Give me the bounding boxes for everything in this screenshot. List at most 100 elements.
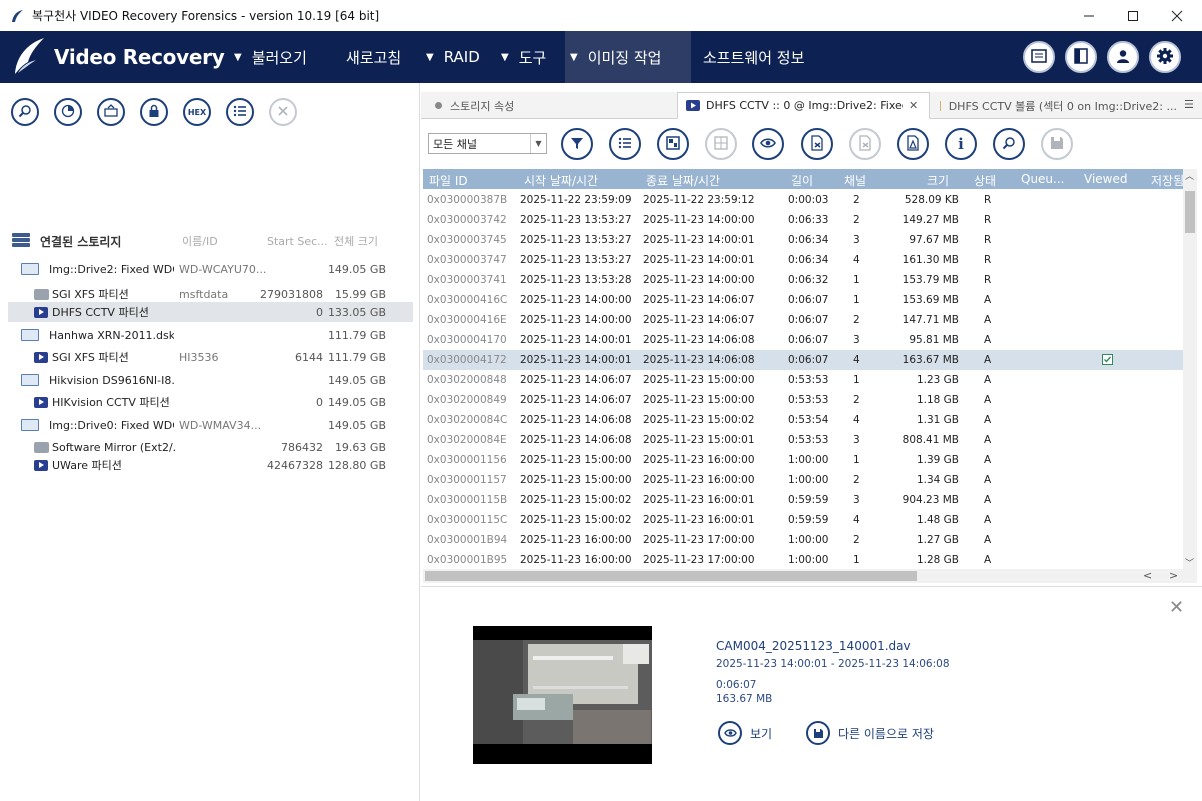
- scroll-thumb[interactable]: [425, 571, 917, 581]
- table-row[interactable]: 0x030000416C 2025-11-23 14:00:00 2025-11-2…: [423, 290, 1183, 310]
- tree-node[interactable]: Img::Drive2: Fixed WDC... WD-WCAYU70... 14…: [8, 259, 413, 279]
- tree-node[interactable]: Hikvision DS9616NI-I8... 149.05 GB: [8, 370, 413, 390]
- table-row[interactable]: 0x0300001156 2025-11-23 15:00:00 2025-11-2…: [423, 450, 1183, 470]
- table-horizontal-scrollbar[interactable]: < >: [423, 569, 1197, 583]
- close-preview-icon[interactable]: ✕: [1169, 597, 1184, 618]
- tree-node-size: 128.80 GB: [327, 458, 386, 472]
- column-size[interactable]: 크기: [927, 172, 949, 189]
- table-row[interactable]: 0x0302000848 2025-11-23 14:06:07 2025-11-2…: [423, 370, 1183, 390]
- scroll-left-icon[interactable]: <: [1143, 569, 1152, 582]
- panel-icon: [1074, 47, 1088, 67]
- lock-button[interactable]: [140, 98, 168, 126]
- scroll-thumb[interactable]: [1185, 191, 1195, 233]
- cell-start-time: 2025-11-23 14:00:01: [520, 354, 632, 366]
- account-button[interactable]: [1107, 41, 1139, 73]
- column-file-id[interactable]: 파일 ID: [429, 172, 468, 189]
- menu-tools[interactable]: ▼ 도구: [496, 31, 562, 83]
- tree-node[interactable]: UWare 파티션 42467328 128.80 GB: [8, 455, 413, 475]
- table-row[interactable]: 0x030000115B 2025-11-23 15:00:02 2025-11-2…: [423, 490, 1183, 510]
- channel-select[interactable]: 모든 채널 ▼: [428, 133, 547, 154]
- cell-length: 0:06:07: [788, 334, 829, 346]
- menu-refresh[interactable]: 새로고침: [340, 31, 420, 83]
- info-button[interactable]: i: [945, 128, 977, 160]
- grid-mode-button[interactable]: [705, 128, 737, 160]
- table-row[interactable]: 0x0300004172 2025-11-23 14:00:01 2025-11-2…: [423, 350, 1183, 370]
- column-channel[interactable]: 채널: [844, 172, 866, 189]
- tree-node[interactable]: Software Mirror (Ext2/... 786432 19.63 GB: [8, 437, 413, 457]
- cell-size: 1.34 GB: [916, 474, 959, 486]
- column-start-time[interactable]: 시작 날짜/시간: [524, 172, 598, 189]
- column-name-id[interactable]: 이름/ID: [182, 231, 218, 251]
- tab-dhfs-files[interactable]: DHFS CCTV :: 0 @ Img::Drive2: Fixed... ✕: [677, 92, 930, 119]
- table-row[interactable]: 0x030000416E 2025-11-23 14:00:00 2025-11-2…: [423, 310, 1183, 330]
- maximize-button[interactable]: [1111, 0, 1155, 31]
- table-row[interactable]: 0x0300003741 2025-11-23 13:53:28 2025-11-2…: [423, 270, 1183, 290]
- panel-toggle-button[interactable]: [1065, 41, 1097, 73]
- tree-node[interactable]: HIKvision CCTV 파티션 0 149.05 GB: [8, 392, 413, 412]
- table-vertical-scrollbar[interactable]: ︿ ﹀: [1183, 169, 1197, 569]
- close-window-button[interactable]: [1155, 0, 1199, 31]
- close-tab-icon[interactable]: ✕: [909, 99, 918, 112]
- save-button[interactable]: [1041, 128, 1073, 160]
- settings-button[interactable]: [1149, 41, 1181, 73]
- table-row[interactable]: 0x0300003747 2025-11-23 13:53:27 2025-11-2…: [423, 250, 1183, 270]
- cell-status: R: [984, 194, 992, 206]
- search-storage-button[interactable]: [11, 98, 39, 126]
- report-button[interactable]: [897, 128, 929, 160]
- scroll-right-icon[interactable]: >: [1169, 569, 1178, 582]
- menu-imaging[interactable]: ▼ 이미징 작업: [565, 31, 691, 83]
- column-viewed[interactable]: Viewed: [1084, 172, 1127, 186]
- column-queue[interactable]: Queu...: [1021, 172, 1064, 186]
- list-view-button[interactable]: [226, 98, 254, 126]
- table-row[interactable]: 0x0302000849 2025-11-23 14:06:07 2025-11-2…: [423, 390, 1183, 410]
- table-row[interactable]: 0x0300003742 2025-11-23 13:53:27 2025-11-2…: [423, 210, 1183, 230]
- tab-dhfs-volume[interactable]: DHFS CCTV 볼륨 (섹터 0 on Img::Drive2: ...: [932, 92, 1177, 119]
- column-total-size[interactable]: 전체 크기: [334, 231, 378, 251]
- export-disabled-button[interactable]: [849, 128, 881, 160]
- tab-storage-properties[interactable]: 스토리지 속성: [429, 92, 674, 119]
- open-image-button[interactable]: [97, 98, 125, 126]
- log-button[interactable]: [1023, 41, 1055, 73]
- menu-raid[interactable]: ▼ RAID: [421, 31, 493, 83]
- hex-viewer-button[interactable]: HEX: [183, 98, 211, 126]
- scroll-up-icon[interactable]: ︿: [1185, 169, 1194, 182]
- cell-file-id: 0x0302000849: [427, 394, 507, 406]
- video-thumbnail[interactable]: [473, 626, 652, 764]
- table-row[interactable]: 0x0300004170 2025-11-23 14:00:01 2025-11-2…: [423, 330, 1183, 350]
- table-row[interactable]: 0x0300003745 2025-11-23 13:53:27 2025-11-2…: [423, 230, 1183, 250]
- view-button[interactable]: 보기: [718, 721, 772, 745]
- column-saved[interactable]: 저장됨: [1151, 172, 1184, 189]
- export-file-button[interactable]: [801, 128, 833, 160]
- menu-about[interactable]: 소프트웨어 정보: [699, 31, 839, 83]
- filter-button[interactable]: [561, 128, 593, 160]
- scroll-down-icon[interactable]: ﹀: [1185, 556, 1194, 569]
- tab-overflow-icon[interactable]: ☰: [1184, 98, 1194, 111]
- tree-node[interactable]: Img::Drive0: Fixed WDC... WD-WMAV34... 149…: [8, 415, 413, 435]
- minimize-button[interactable]: [1067, 0, 1111, 31]
- scan-button[interactable]: [54, 98, 82, 126]
- tree-node[interactable]: SGI XFS 파티션 HI3536 6144 111.79 GB: [8, 347, 413, 367]
- table-row[interactable]: 0x030200084E 2025-11-23 14:06:08 2025-11-2…: [423, 430, 1183, 450]
- column-status[interactable]: 상태: [974, 172, 996, 189]
- pie-scan-icon: [61, 104, 75, 121]
- table-row[interactable]: 0x0300001B95 2025-11-23 16:00:00 2025-11-2…: [423, 550, 1183, 569]
- column-end-time[interactable]: 종료 날짜/시간: [646, 172, 720, 189]
- remove-button[interactable]: [269, 98, 297, 126]
- column-length[interactable]: 길이: [791, 172, 813, 189]
- tree-node-name: Software Mirror (Ext2/...: [52, 440, 177, 454]
- table-row[interactable]: 0x0300001157 2025-11-23 15:00:00 2025-11-2…: [423, 470, 1183, 490]
- tree-node[interactable]: SGI XFS 파티션 msftdata 279031808 15.99 GB: [8, 284, 413, 304]
- menu-load[interactable]: ▼ 불러오기: [228, 31, 328, 83]
- search-files-button[interactable]: [993, 128, 1025, 160]
- list-mode-button[interactable]: [609, 128, 641, 160]
- view-button[interactable]: [752, 128, 784, 160]
- tree-node[interactable]: DHFS CCTV 파티션 0 133.05 GB: [8, 302, 413, 322]
- table-row[interactable]: 0x030000115C 2025-11-23 15:00:02 2025-11-2…: [423, 510, 1183, 530]
- table-row[interactable]: 0x0300001B94 2025-11-23 16:00:00 2025-11-2…: [423, 530, 1183, 550]
- thumbnail-mode-button[interactable]: [657, 128, 689, 160]
- table-row[interactable]: 0x030000387B 2025-11-22 23:59:09 2025-11-2…: [423, 190, 1183, 210]
- column-start-sector[interactable]: Start Sec...: [267, 231, 328, 251]
- save-as-button[interactable]: 다른 이름으로 저장: [806, 721, 934, 745]
- tree-node[interactable]: Hanhwa XRN-2011.dsk 111.79 GB: [8, 325, 413, 345]
- table-row[interactable]: 0x030200084C 2025-11-23 14:06:08 2025-11-2…: [423, 410, 1183, 430]
